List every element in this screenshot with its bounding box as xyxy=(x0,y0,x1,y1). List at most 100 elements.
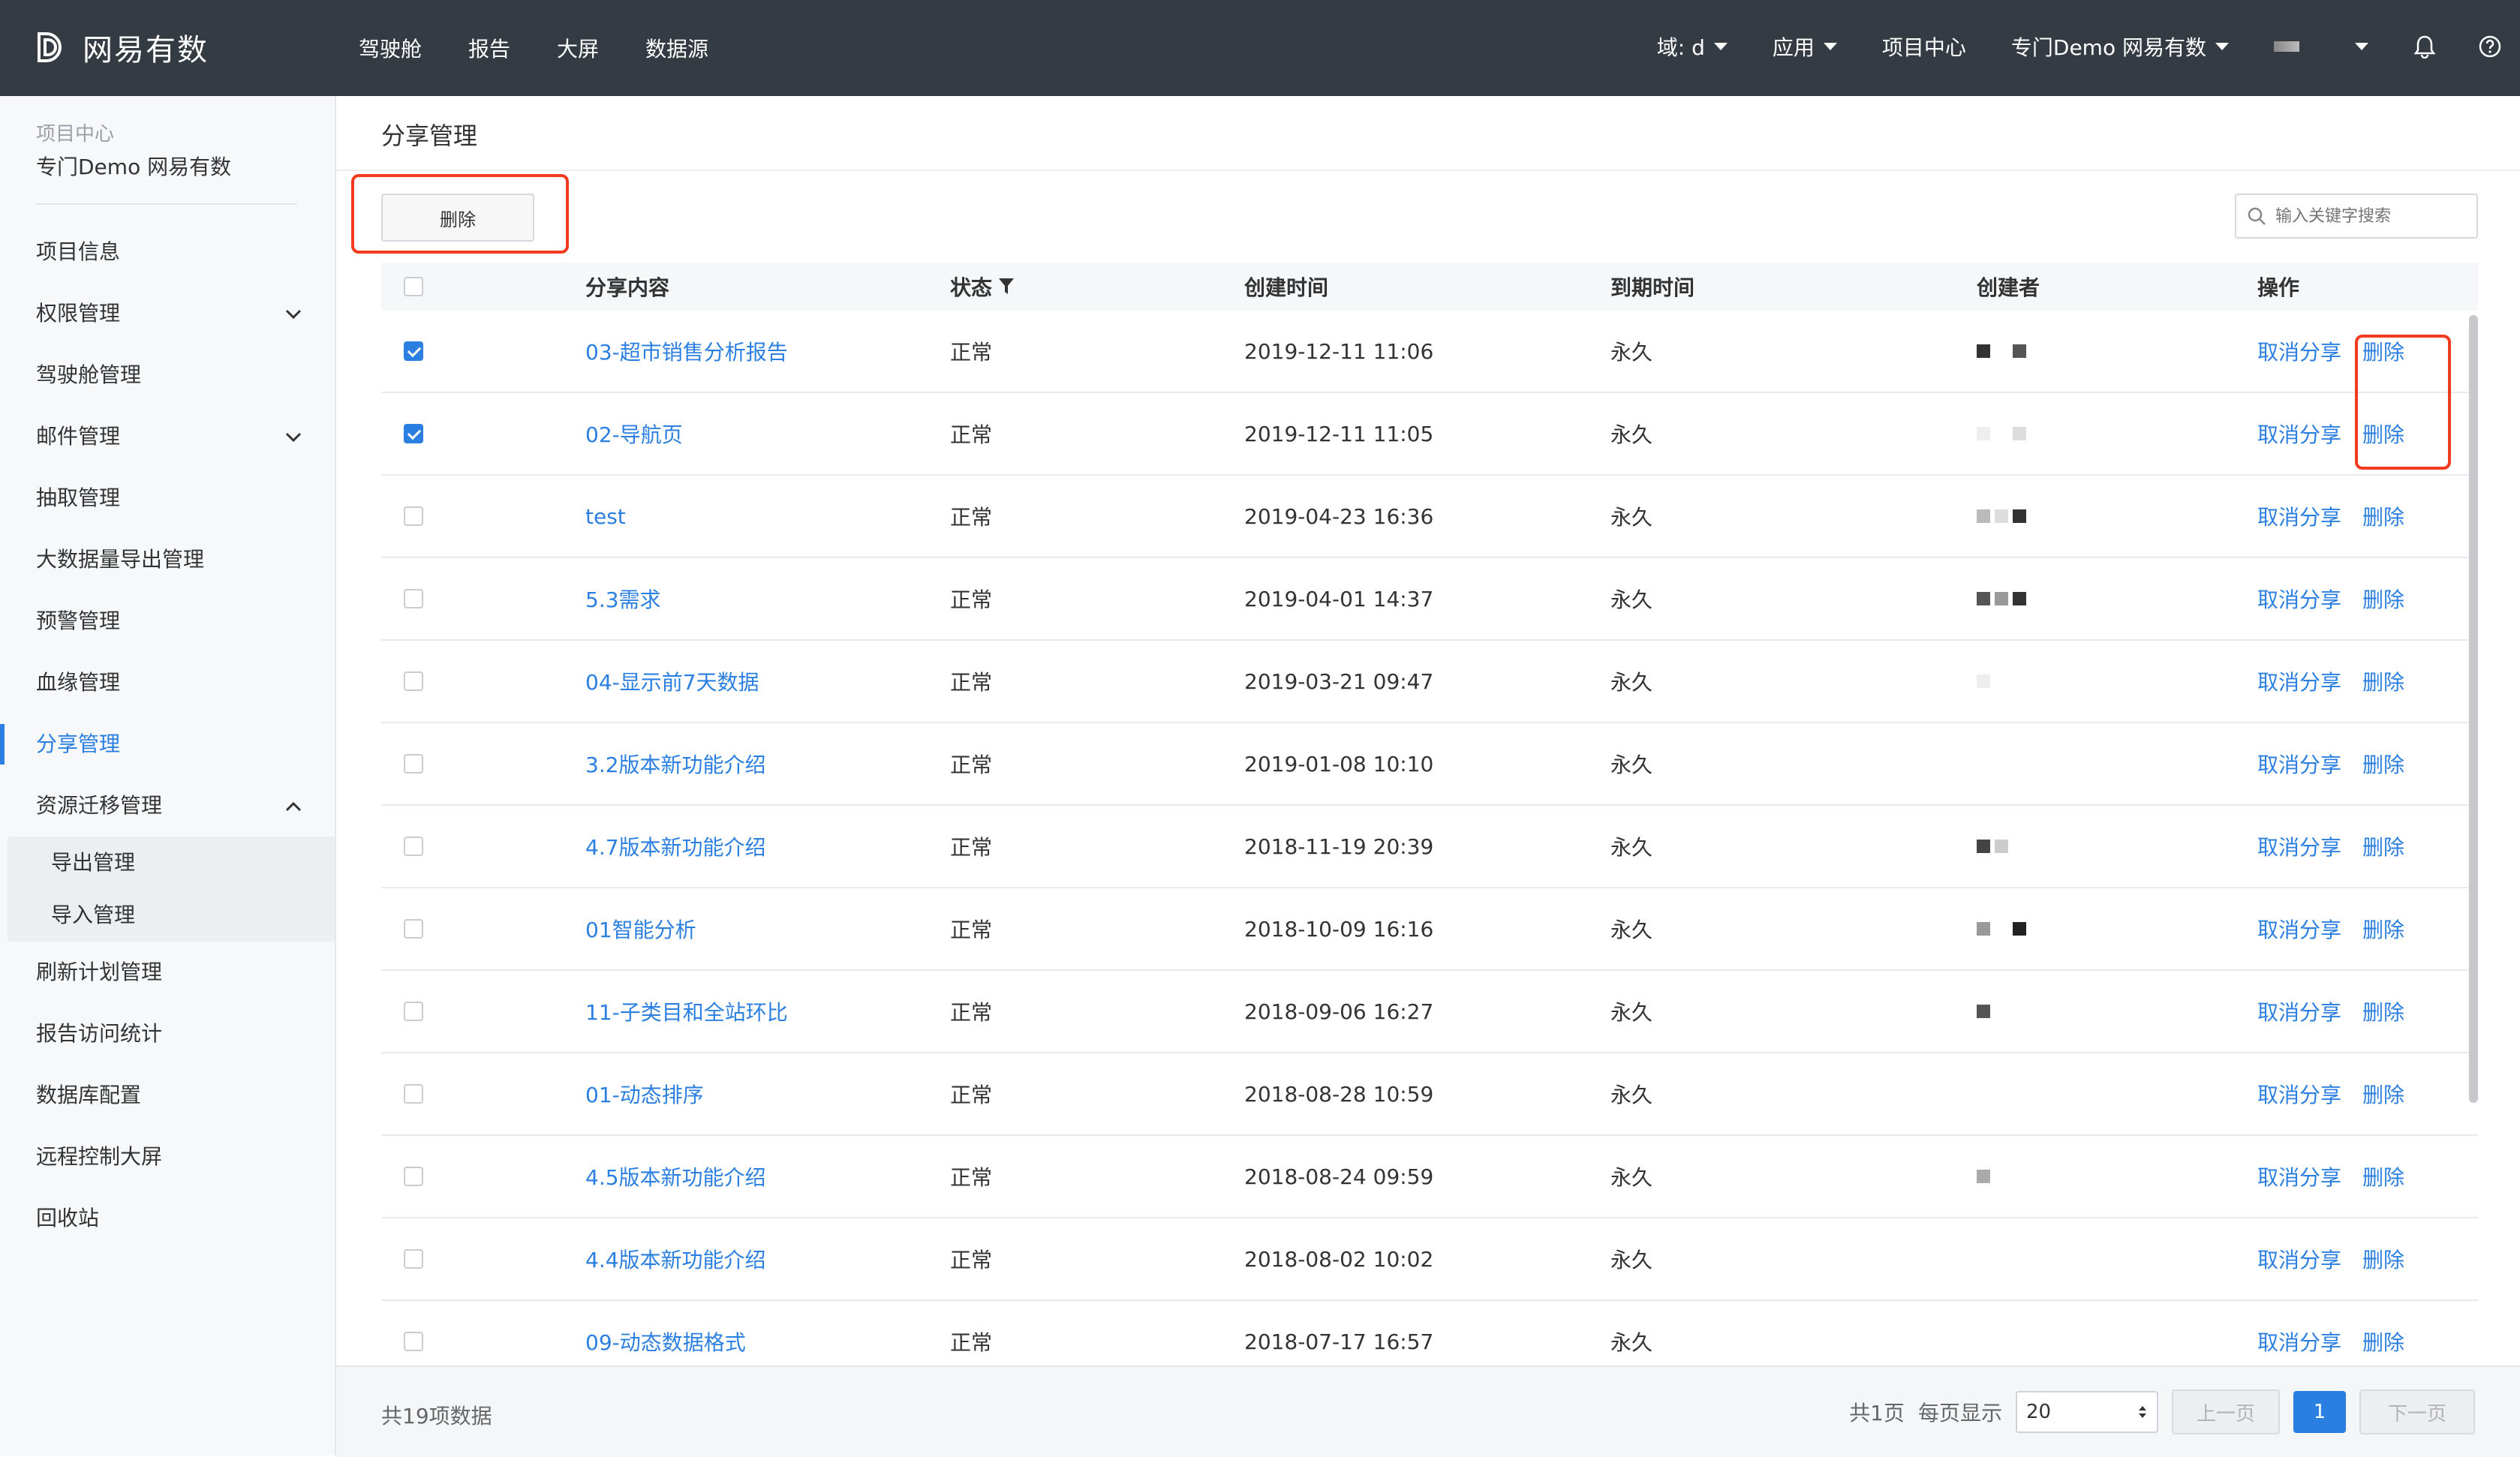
select-all-checkbox[interactable] xyxy=(404,277,423,296)
nav-datasource[interactable]: 数据源 xyxy=(645,33,708,63)
cancel-share-button[interactable]: 取消分享 xyxy=(2257,749,2341,779)
delete-button[interactable]: 删除 xyxy=(2362,749,2404,779)
delete-button[interactable]: 删除 xyxy=(2362,584,2404,614)
row-checkbox[interactable] xyxy=(404,837,423,856)
help-button[interactable] xyxy=(2478,35,2502,59)
header-status: 状态 xyxy=(950,275,993,300)
created-time: 2018-08-24 09:59 xyxy=(1244,1164,1434,1189)
domain-dropdown[interactable]: 域: d xyxy=(1657,32,1728,62)
cancel-share-button[interactable]: 取消分享 xyxy=(2257,831,2341,861)
delete-button[interactable]: 删除 xyxy=(2362,1244,2404,1274)
share-content-link[interactable]: 01-动态排序 xyxy=(585,1079,704,1109)
sidebar-subitem-export[interactable]: 导出管理 xyxy=(8,837,335,889)
apps-dropdown[interactable]: 应用 xyxy=(1773,32,1837,62)
delete-button[interactable]: 删除 xyxy=(2362,666,2404,696)
table-row: 01-动态排序 正常 2018-08-28 10:59 永久 取消分享 删除 xyxy=(381,1053,2478,1136)
cancel-share-button[interactable]: 取消分享 xyxy=(2257,1244,2341,1274)
share-content-link[interactable]: 3.2版本新功能介绍 xyxy=(585,749,766,779)
cancel-share-button[interactable]: 取消分享 xyxy=(2257,584,2341,614)
share-content-link[interactable]: 4.5版本新功能介绍 xyxy=(585,1161,766,1191)
cancel-share-button[interactable]: 取消分享 xyxy=(2257,914,2341,944)
cancel-share-button[interactable]: 取消分享 xyxy=(2257,1326,2341,1356)
delete-button[interactable]: 删除 xyxy=(2362,1161,2404,1191)
sidebar-item-label: 血缘管理 xyxy=(36,670,121,695)
sidebar-item-cockpit[interactable]: 驾驶舱管理 xyxy=(0,344,335,406)
project-selector[interactable]: 专门Demo 网易有数 xyxy=(2011,32,2229,62)
nav-screen[interactable]: 大屏 xyxy=(557,33,599,63)
page-1-button[interactable]: 1 xyxy=(2293,1391,2346,1433)
sidebar-item-migration[interactable]: 资源迁移管理 xyxy=(0,775,335,837)
cancel-share-button[interactable]: 取消分享 xyxy=(2257,1079,2341,1109)
delete-button[interactable]: 删除 xyxy=(2362,1079,2404,1109)
row-checkbox[interactable] xyxy=(404,1084,423,1104)
prev-page-button[interactable]: 上一页 xyxy=(2172,1389,2280,1434)
project-center-link[interactable]: 项目中心 xyxy=(1882,32,1966,62)
delete-button[interactable]: 删除 xyxy=(2362,831,2404,861)
delete-button[interactable]: 删除 xyxy=(2362,996,2404,1026)
row-checkbox[interactable] xyxy=(404,1002,423,1021)
cancel-share-button[interactable]: 取消分享 xyxy=(2257,336,2341,366)
user-menu[interactable] xyxy=(2274,41,2368,52)
sidebar-item-remote-screen[interactable]: 远程控制大屏 xyxy=(0,1126,335,1188)
row-checkbox[interactable] xyxy=(404,1167,423,1186)
row-checkbox[interactable] xyxy=(404,754,423,774)
row-checkbox[interactable] xyxy=(404,424,423,443)
cancel-share-button[interactable]: 取消分享 xyxy=(2257,419,2341,449)
share-content-link[interactable]: 11-子类目和全站环比 xyxy=(585,996,788,1026)
delete-button[interactable]: 删除 xyxy=(2362,1326,2404,1356)
cancel-share-button[interactable]: 取消分享 xyxy=(2257,996,2341,1026)
search-input[interactable] xyxy=(2274,206,2472,227)
next-page-button[interactable]: 下一页 xyxy=(2359,1389,2475,1434)
row-checkbox[interactable] xyxy=(404,506,423,526)
share-content-link[interactable]: 01智能分析 xyxy=(585,914,696,944)
chevron-up-icon xyxy=(285,775,302,837)
delete-button[interactable]: 删除 xyxy=(2362,501,2404,531)
share-content-link[interactable]: 03-超市销售分析报告 xyxy=(585,336,788,366)
brand-logo[interactable]: 网易有数 xyxy=(33,26,209,69)
share-content-link[interactable]: 02-导航页 xyxy=(585,419,683,449)
nav-report[interactable]: 报告 xyxy=(468,33,510,63)
share-content-link[interactable]: 04-显示前7天数据 xyxy=(585,666,759,696)
row-checkbox[interactable] xyxy=(404,1249,423,1269)
sidebar-item-mail[interactable]: 邮件管理 xyxy=(0,406,335,467)
share-content-link[interactable]: 5.3需求 xyxy=(585,584,661,614)
bell-icon xyxy=(2413,35,2436,59)
delete-button[interactable]: 删除 xyxy=(2362,914,2404,944)
nav-cockpit[interactable]: 驾驶舱 xyxy=(359,33,422,63)
filter-icon[interactable] xyxy=(998,277,1015,296)
creator-avatar-blurred xyxy=(1977,1335,2026,1348)
share-content-link[interactable]: 4.4版本新功能介绍 xyxy=(585,1244,766,1274)
cancel-share-button[interactable]: 取消分享 xyxy=(2257,501,2341,531)
batch-delete-button[interactable]: 删除 xyxy=(381,194,534,242)
sidebar-item-info[interactable]: 项目信息 xyxy=(0,221,335,283)
sidebar-item-alert[interactable]: 预警管理 xyxy=(0,590,335,652)
sidebar-item-report-visits[interactable]: 报告访问统计 xyxy=(0,1003,335,1065)
cancel-share-button[interactable]: 取消分享 xyxy=(2257,1161,2341,1191)
sidebar-item-label: 项目信息 xyxy=(36,239,121,264)
table-scrollbar[interactable] xyxy=(2469,315,2478,1103)
sidebar-item-extract[interactable]: 抽取管理 xyxy=(0,467,335,529)
cancel-share-button[interactable]: 取消分享 xyxy=(2257,666,2341,696)
share-content-link[interactable]: 4.7版本新功能介绍 xyxy=(585,831,766,861)
notification-button[interactable] xyxy=(2413,35,2436,59)
per-page-select[interactable]: 20 xyxy=(2016,1391,2158,1433)
share-content-link[interactable]: test xyxy=(585,504,626,529)
sidebar-item-db-config[interactable]: 数据库配置 xyxy=(0,1065,335,1126)
row-checkbox[interactable] xyxy=(404,589,423,608)
sidebar-item-bigdata-export[interactable]: 大数据量导出管理 xyxy=(0,529,335,590)
row-checkbox[interactable] xyxy=(404,341,423,361)
sidebar-item-refresh-plan[interactable]: 刷新计划管理 xyxy=(0,942,335,1003)
row-checkbox[interactable] xyxy=(404,919,423,939)
sidebar-item-recycle-bin[interactable]: 回收站 xyxy=(0,1188,335,1249)
share-content-link[interactable]: 09-动态数据格式 xyxy=(585,1326,746,1356)
creator-avatar-blurred xyxy=(1977,427,2026,440)
sidebar-item-lineage[interactable]: 血缘管理 xyxy=(0,652,335,713)
sidebar-subitem-import[interactable]: 导入管理 xyxy=(8,889,335,942)
created-time: 2018-08-28 10:59 xyxy=(1244,1081,1434,1107)
sidebar-item-permission[interactable]: 权限管理 xyxy=(0,283,335,344)
sidebar-item-share[interactable]: 分享管理 xyxy=(0,713,335,775)
row-checkbox[interactable] xyxy=(404,1332,423,1351)
row-checkbox[interactable] xyxy=(404,671,423,691)
sidebar-item-label: 邮件管理 xyxy=(36,424,121,449)
search-box[interactable] xyxy=(2235,194,2478,239)
